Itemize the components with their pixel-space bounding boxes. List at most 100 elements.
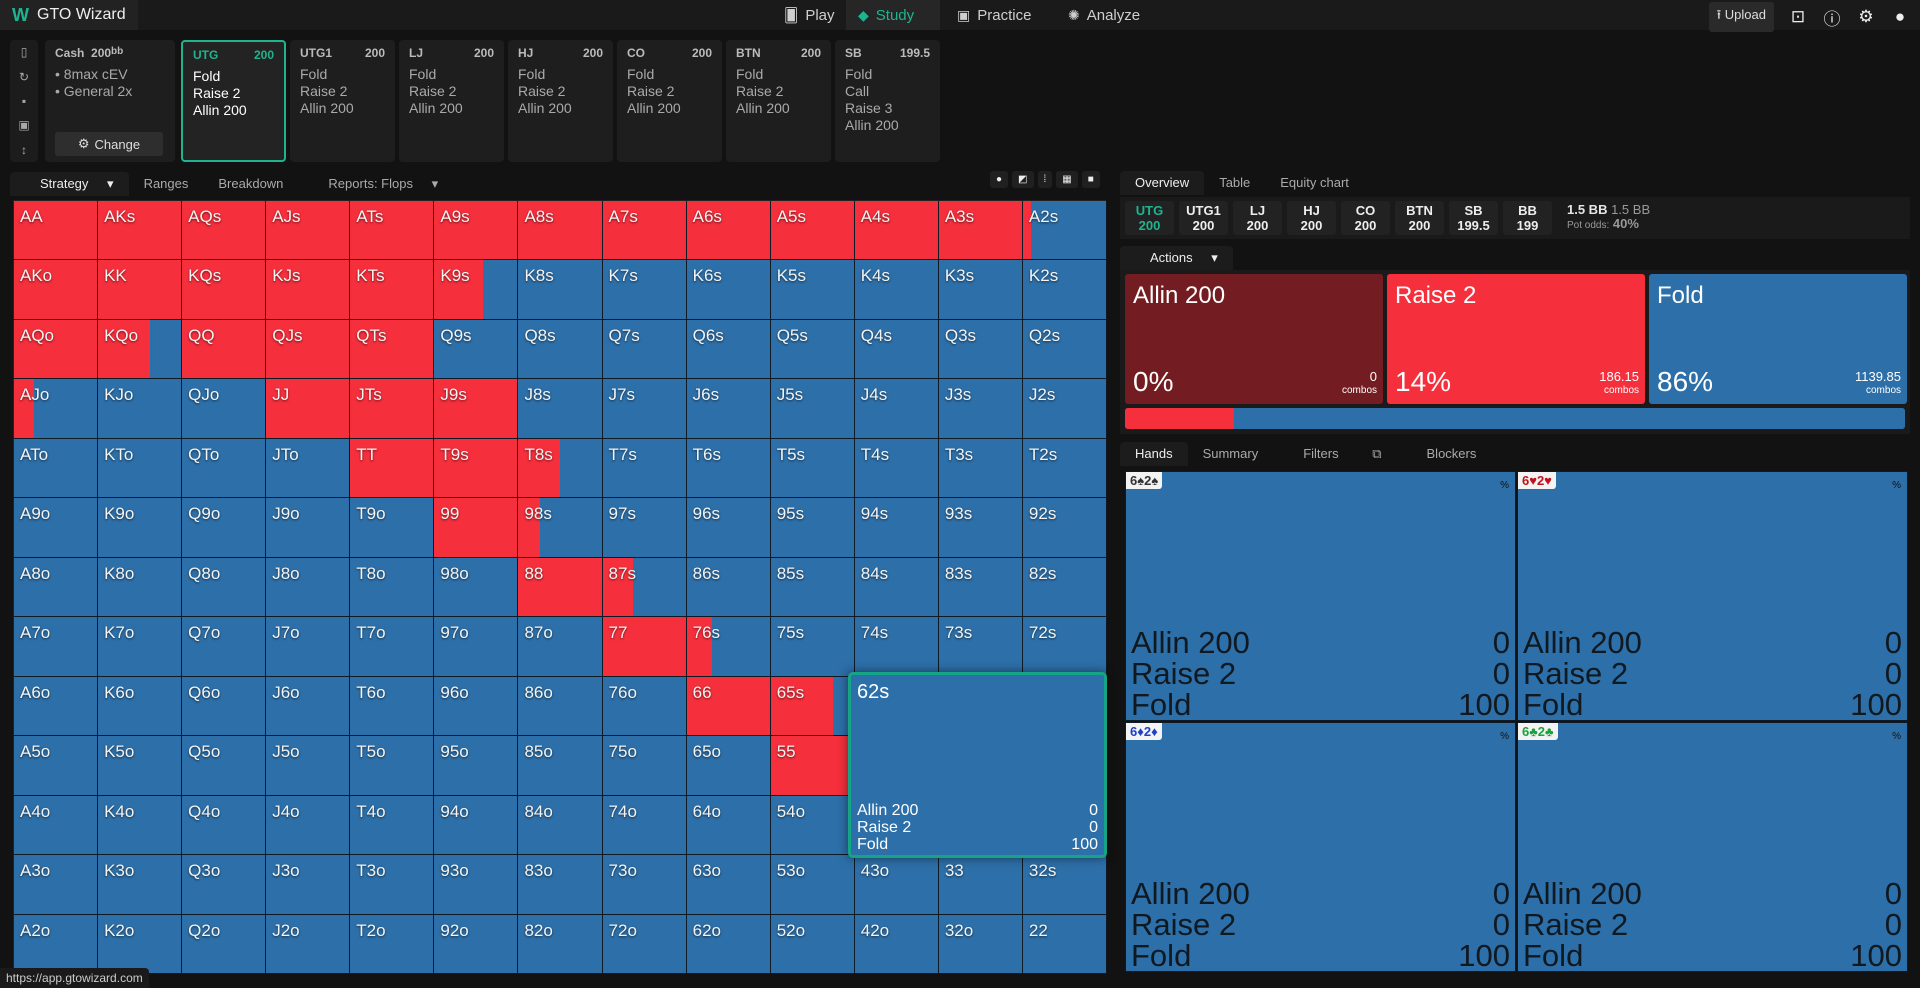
nav-practice[interactable]: ▣ Practice [945,0,1043,30]
hand-cell[interactable]: 92o [434,914,519,974]
hand-cell[interactable]: Q9o [182,498,267,558]
hand-cell[interactable]: A8s [518,201,603,261]
hand-cell[interactable]: A8o [14,557,99,618]
tab-equity-chart[interactable]: Equity chart [1265,171,1364,195]
hand-cell[interactable]: Q7o [182,617,267,677]
hand-cell[interactable]: TT [350,438,435,499]
position-card-hj[interactable]: HJ 200 Fold Raise 2 Allin 200 [508,40,613,162]
hand-cell[interactable]: 74s [854,617,939,677]
hand-cell[interactable]: AQo [14,319,99,380]
hand-cell[interactable]: 76s [686,617,771,677]
hand-cell[interactable]: JJ [266,379,351,439]
hand-cell[interactable]: AQs [182,201,267,261]
hand-cell[interactable]: K9o [98,498,183,558]
hand-cell[interactable]: 54o [770,795,855,856]
hand-cell[interactable]: A7o [14,617,99,677]
hand-cell[interactable]: AA [14,201,99,261]
hand-cell[interactable]: A7s [602,201,687,261]
hand-cell[interactable]: KTs [350,260,435,320]
hand-cell[interactable]: 52o [770,914,855,974]
hand-cell[interactable]: J3s [938,379,1023,439]
action-allin-200[interactable]: Allin 200 0% 0 combos [1125,274,1383,404]
hand-cell[interactable]: 85s [770,557,855,618]
position-utg[interactable]: UTG 200 [1125,201,1174,235]
hand-cell[interactable]: Q4o [182,795,267,856]
hand-cell[interactable]: 74o [602,795,687,856]
hand-cell[interactable]: T2s [1022,438,1107,499]
hand-combo[interactable]: 6♠2♠% Allin 200 0 Raise 2 0 Fold 100 [1125,471,1516,721]
user-icon[interactable]: ● [1890,7,1910,27]
hand-cell[interactable]: J3o [266,855,351,915]
hand-cell[interactable]: T7s [602,438,687,499]
hand-cell[interactable]: J8s [518,379,603,439]
hand-cell[interactable]: K3o [98,855,183,915]
hand-cell[interactable]: QJo [182,379,267,439]
hand-cell[interactable]: T6s [686,438,771,499]
hand-cell[interactable]: 64o [686,795,771,856]
hand-cell[interactable]: 76o [602,676,687,737]
percent-toggle[interactable]: % [1892,480,1901,491]
hand-cell[interactable]: J2s [1022,379,1107,439]
hand-cell[interactable]: A3s [938,201,1023,261]
save-icon[interactable]: ▪ [22,94,26,108]
hand-cell[interactable]: T2o [350,914,435,974]
hand-cell[interactable]: JTs [350,379,435,439]
hand-cell[interactable]: KTo [98,438,183,499]
tab-strategy[interactable]: Strategy ▾ [10,172,129,196]
tab-breakdown[interactable]: Breakdown [203,172,298,196]
hand-cell[interactable]: K8s [518,260,603,320]
hand-cell[interactable]: K6s [686,260,771,320]
hand-cell[interactable]: 99 [434,498,519,558]
hand-cell[interactable]: 84o [518,795,603,856]
hand-cell[interactable]: 75o [602,736,687,796]
hand-cell[interactable]: A2s [1022,201,1107,261]
hand-cell[interactable]: KJo [98,379,183,439]
hand-cell[interactable]: T3o [350,855,435,915]
hand-cell[interactable]: K7s [602,260,687,320]
nav-analyze[interactable]: ✺ Analyze [1056,0,1152,30]
view-color-icon[interactable]: ● [990,171,1009,188]
hand-cell[interactable]: K5s [770,260,855,320]
screenshot-icon[interactable]: ⊡ [1788,7,1808,27]
hand-cell[interactable]: 43o [854,855,939,915]
nav-play[interactable]: 🂠 Play [772,0,847,30]
hand-cell[interactable]: 72o [602,914,687,974]
hand-cell[interactable]: KQo [98,319,183,380]
hand-cell[interactable]: Q8s [518,319,603,380]
tab-table[interactable]: Table [1204,171,1265,195]
hand-cell[interactable]: AKo [14,260,99,320]
hand-cell[interactable]: A3o [14,855,99,915]
hand-cell[interactable]: Q3o [182,855,267,915]
position-sb[interactable]: SB 199.5 [1449,201,1498,235]
hand-cell[interactable]: T8s [518,438,603,499]
hand-cell[interactable]: 94s [854,498,939,558]
hand-cell[interactable]: J9s [434,379,519,439]
hand-cell[interactable]: AJo [14,379,99,439]
hand-cell[interactable]: 65o [686,736,771,796]
hand-cell[interactable]: QQ [182,319,267,380]
hand-cell[interactable]: QTs [350,319,435,380]
hand-cell[interactable]: K8o [98,557,183,618]
hand-cell[interactable]: 88 [518,557,603,618]
tab-reports-flops[interactable]: Reports: Flops ▾ [298,172,453,196]
percent-toggle[interactable]: % [1500,480,1509,491]
hand-cell[interactable]: ATo [14,438,99,499]
hand-cell[interactable]: Q3s [938,319,1023,380]
hand-cell[interactable]: 85o [518,736,603,796]
hand-cell[interactable]: Q2s [1022,319,1107,380]
hand-cell[interactable]: K2o [98,914,183,974]
hand-cell[interactable]: K9s [434,260,519,320]
hand-cell[interactable]: QTo [182,438,267,499]
hand-cell[interactable]: 98s [518,498,603,558]
tab-summary[interactable]: Summary [1188,442,1274,466]
hand-cell[interactable]: 32o [938,914,1023,974]
hand-cell[interactable]: K5o [98,736,183,796]
position-card-utg1[interactable]: UTG1 200 Fold Raise 2 Allin 200 [290,40,395,162]
view-full-icon[interactable]: ■ [1081,171,1100,188]
hand-cell[interactable]: 92s [1022,498,1107,558]
hand-cell[interactable]: 72s [1022,617,1107,677]
hand-cell[interactable]: ATs [350,201,435,261]
view-grid-icon[interactable]: ▦ [1056,171,1078,188]
hand-cell[interactable]: J4s [854,379,939,439]
hand-cell[interactable]: 65s [770,676,855,737]
